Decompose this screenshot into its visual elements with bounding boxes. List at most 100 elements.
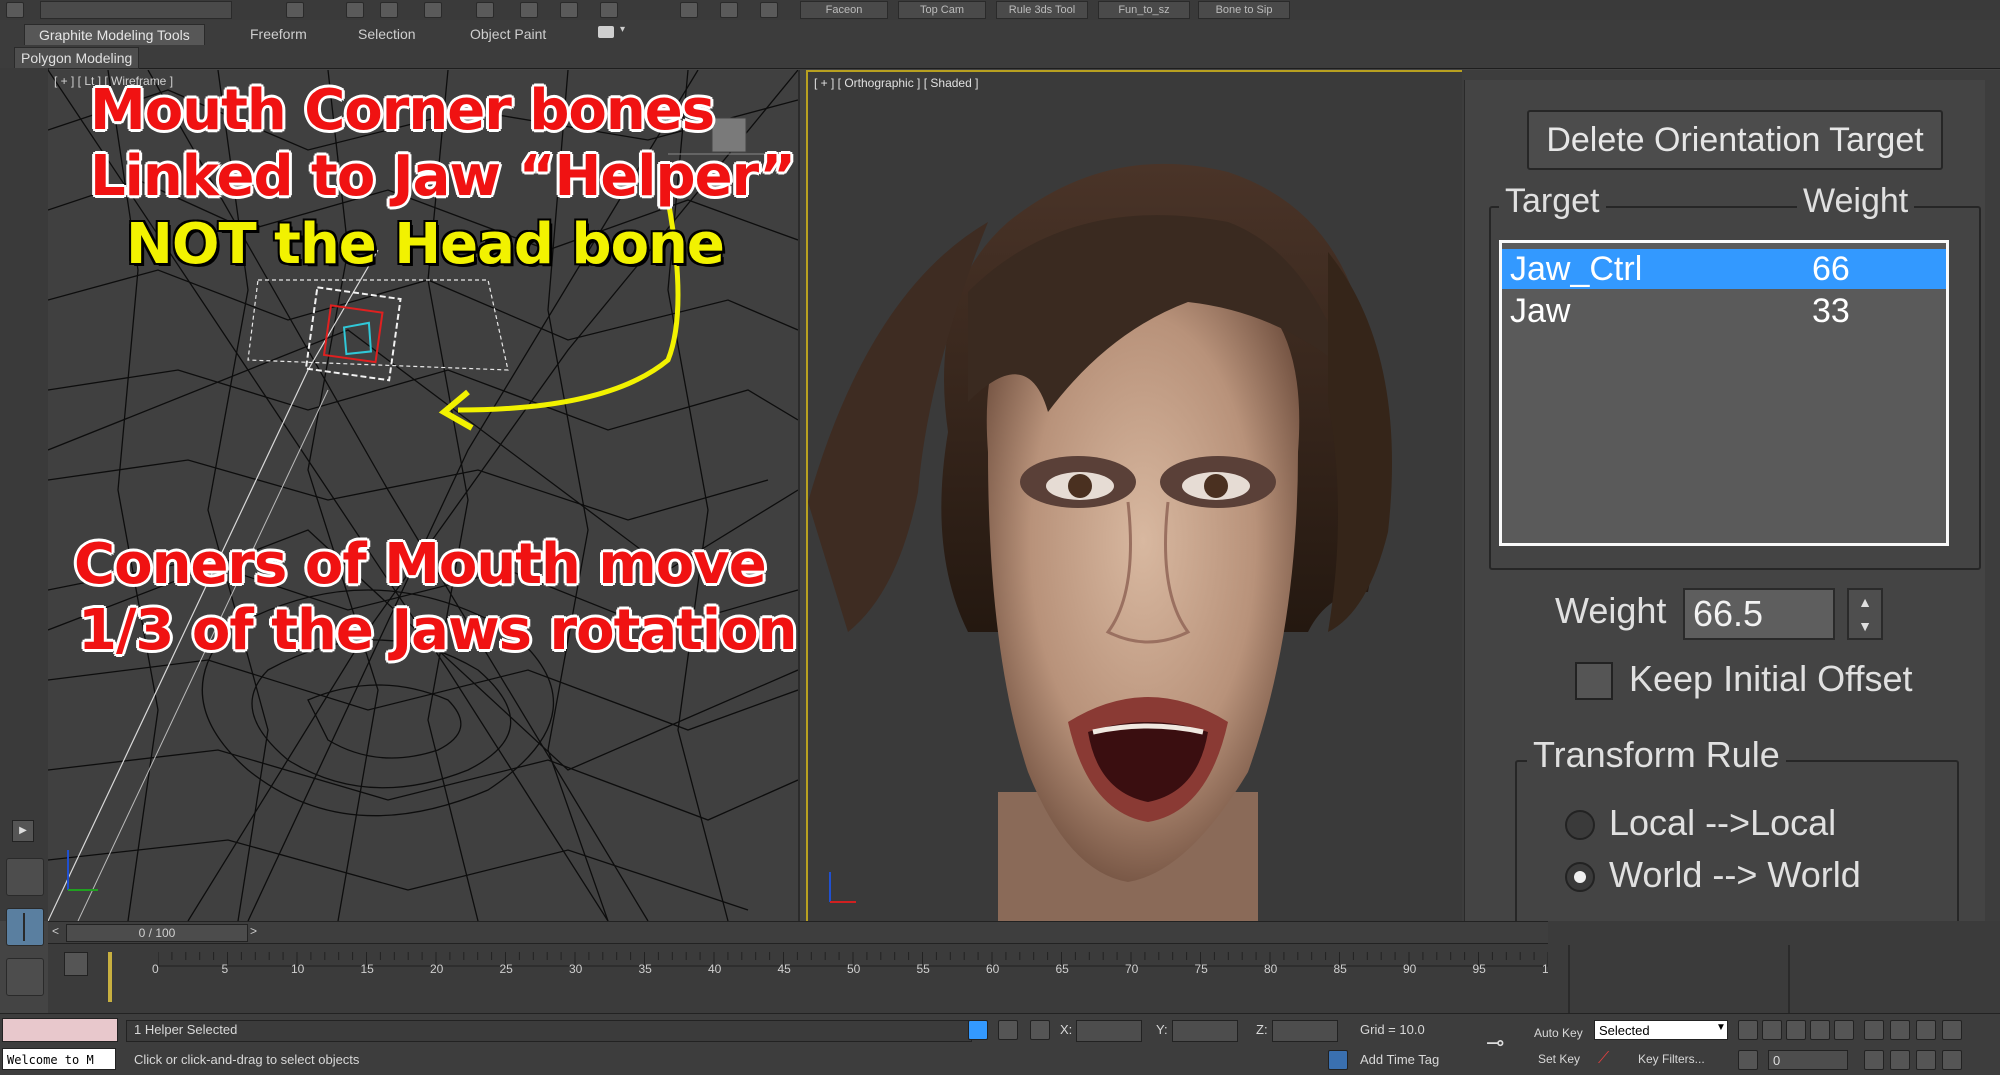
ruler-tick-label: 5 — [221, 962, 229, 976]
time-cursor[interactable] — [108, 952, 112, 1002]
toolbar-button-5[interactable]: Bone to Sip — [1198, 1, 1290, 19]
tangent-icon[interactable]: ⟋ — [1598, 1050, 1609, 1068]
current-frame-field[interactable]: 0 — [1768, 1050, 1848, 1070]
head-model-render — [808, 163, 1392, 923]
selection-info: 1 Helper Selected — [134, 1022, 238, 1037]
toolbar-button-2[interactable]: Top Cam — [898, 1, 986, 19]
weight-spinner[interactable]: ▲ ▼ — [1847, 588, 1883, 640]
viewport-left-wireframe[interactable]: [ + ] [ Lt ] [ Wireframe ] Mouth Corner … — [48, 70, 800, 921]
slider-prev-icon[interactable]: < — [52, 924, 59, 938]
chevron-down-icon[interactable]: ▼ — [1716, 1022, 1726, 1033]
spinner-down-icon[interactable]: ▼ — [1849, 614, 1881, 638]
world-world-label: World --> World — [1609, 854, 1861, 895]
ruler-tick-label: 35 — [638, 962, 652, 976]
zoom-all-icon[interactable] — [1890, 1020, 1910, 1040]
maxscript-listener[interactable]: Welcome to M — [2, 1048, 116, 1070]
isolate-selection-icon[interactable] — [968, 1020, 988, 1040]
mirror-icon[interactable] — [680, 2, 698, 18]
z-label: Z: — [1256, 1022, 1268, 1037]
tab-graphite-modeling-tools[interactable]: Graphite Modeling Tools — [24, 24, 205, 45]
curve-editor-icon[interactable] — [64, 952, 88, 976]
time-slider[interactable]: < 0 / 100 > — [48, 921, 1548, 944]
key-mode-dropdown[interactable]: Selected — [1594, 1020, 1728, 1040]
target-list[interactable]: Jaw_Ctrl 66 Jaw 33 — [1499, 240, 1949, 546]
rotate-icon[interactable] — [476, 2, 494, 18]
world-world-radio[interactable] — [1565, 862, 1595, 892]
link-icon[interactable] — [286, 2, 304, 18]
toolbar-button-3[interactable]: Rule 3ds Tool — [996, 1, 1088, 19]
auto-key-button[interactable]: Auto Key — [1534, 1026, 1583, 1040]
ruler-tick-label: 30 — [569, 962, 583, 976]
tab-selection[interactable]: Selection — [344, 24, 430, 44]
field-of-view-icon[interactable] — [1864, 1050, 1884, 1070]
zoom-icon[interactable] — [1864, 1020, 1884, 1040]
list-item[interactable]: Jaw_Ctrl 66 — [1502, 249, 1946, 289]
weight-input[interactable]: 66.5 — [1683, 588, 1835, 640]
time-slider-thumb[interactable]: 0 / 100 — [66, 924, 248, 942]
key-icon[interactable]: ⊸ — [1486, 1030, 1504, 1056]
toolbar-button-4[interactable]: Fun_to_sz — [1098, 1, 1190, 19]
angle-snap-icon[interactable] — [600, 2, 618, 18]
toolbar-button-1[interactable]: Faceon — [800, 1, 888, 19]
list-item[interactable]: Jaw 33 — [1502, 291, 1946, 331]
keep-initial-offset-checkbox[interactable] — [1575, 662, 1613, 700]
maximize-viewport-icon[interactable] — [1942, 1050, 1962, 1070]
tab-object-paint[interactable]: Object Paint — [456, 24, 560, 44]
named-selection-field[interactable] — [40, 1, 232, 19]
ruler-tick-label: 85 — [1333, 962, 1347, 976]
grid-size: Grid = 10.0 — [1360, 1022, 1425, 1037]
target-name: Jaw_Ctrl — [1510, 250, 1643, 288]
tab-freeform[interactable]: Freeform — [236, 24, 321, 44]
go-to-start-icon[interactable] — [1738, 1020, 1758, 1040]
viewport-layout-strip: ▶ — [0, 68, 49, 996]
set-key-button[interactable]: Set Key — [1538, 1052, 1580, 1066]
polygon-modeling-tab[interactable]: Polygon Modeling — [14, 47, 140, 69]
ruler-tick-label: 45 — [777, 962, 791, 976]
key-filters-button[interactable]: Key Filters... — [1638, 1052, 1705, 1066]
annotation-body-line1: Coners of Mouth move — [74, 532, 767, 597]
delete-orientation-target-button[interactable]: Delete Orientation Target — [1527, 110, 1943, 170]
pan-icon[interactable] — [1890, 1050, 1910, 1070]
go-to-end-icon[interactable] — [1834, 1020, 1854, 1040]
track-bar[interactable]: 0510152025303540455055606570758085909510… — [48, 943, 1562, 1014]
spinner-up-icon[interactable]: ▲ — [1849, 590, 1881, 614]
layout-split-icon[interactable] — [6, 908, 44, 946]
lock-icon[interactable] — [998, 1020, 1018, 1040]
scale-icon[interactable] — [520, 2, 538, 18]
slider-next-icon[interactable]: > — [250, 924, 257, 938]
viewport-right-shaded[interactable]: [ + ] [ Orthographic ] [ Shaded ] — [806, 70, 1466, 925]
viewport-label[interactable]: [ + ] [ Orthographic ] [ Shaded ] — [814, 76, 978, 90]
maxscript-listener-pink[interactable] — [2, 1018, 118, 1042]
ruler-tick-label: 80 — [1264, 962, 1278, 976]
layout-single-icon[interactable] — [6, 858, 44, 896]
play-icon[interactable] — [1786, 1020, 1806, 1040]
layout-quad-icon[interactable] — [6, 958, 44, 996]
y-coordinate-field[interactable] — [1172, 1020, 1238, 1042]
previous-frame-icon[interactable] — [1762, 1020, 1782, 1040]
ruler-tick-label: 75 — [1194, 962, 1208, 976]
time-tag-icon[interactable] — [1328, 1050, 1348, 1070]
zoom-extents-all-icon[interactable] — [1942, 1020, 1962, 1040]
ruler-tick-label: 55 — [916, 962, 930, 976]
select-region-icon[interactable] — [380, 2, 398, 18]
move-icon[interactable] — [424, 2, 442, 18]
zoom-extents-icon[interactable] — [1916, 1020, 1936, 1040]
snap-icon[interactable] — [560, 2, 578, 18]
local-local-radio[interactable] — [1565, 810, 1595, 840]
x-coordinate-field[interactable] — [1076, 1020, 1142, 1042]
target-column-header: Target — [1499, 182, 1606, 221]
menu-icon[interactable] — [6, 2, 24, 18]
add-time-tag[interactable]: Add Time Tag — [1360, 1052, 1439, 1067]
orbit-icon[interactable] — [1916, 1050, 1936, 1070]
select-icon[interactable] — [346, 2, 364, 18]
chevron-down-icon[interactable]: ▾ — [620, 24, 625, 35]
z-coordinate-field[interactable] — [1272, 1020, 1338, 1042]
key-mode-icon[interactable] — [1738, 1050, 1758, 1070]
layer-icon[interactable] — [760, 2, 778, 18]
expand-arrow-icon[interactable]: ▶ — [12, 820, 34, 842]
align-icon[interactable] — [720, 2, 738, 18]
ribbon-options-icon[interactable] — [598, 26, 614, 38]
next-frame-icon[interactable] — [1810, 1020, 1830, 1040]
absolute-mode-icon[interactable] — [1030, 1020, 1050, 1040]
ruler-tick-label: 95 — [1472, 962, 1486, 976]
